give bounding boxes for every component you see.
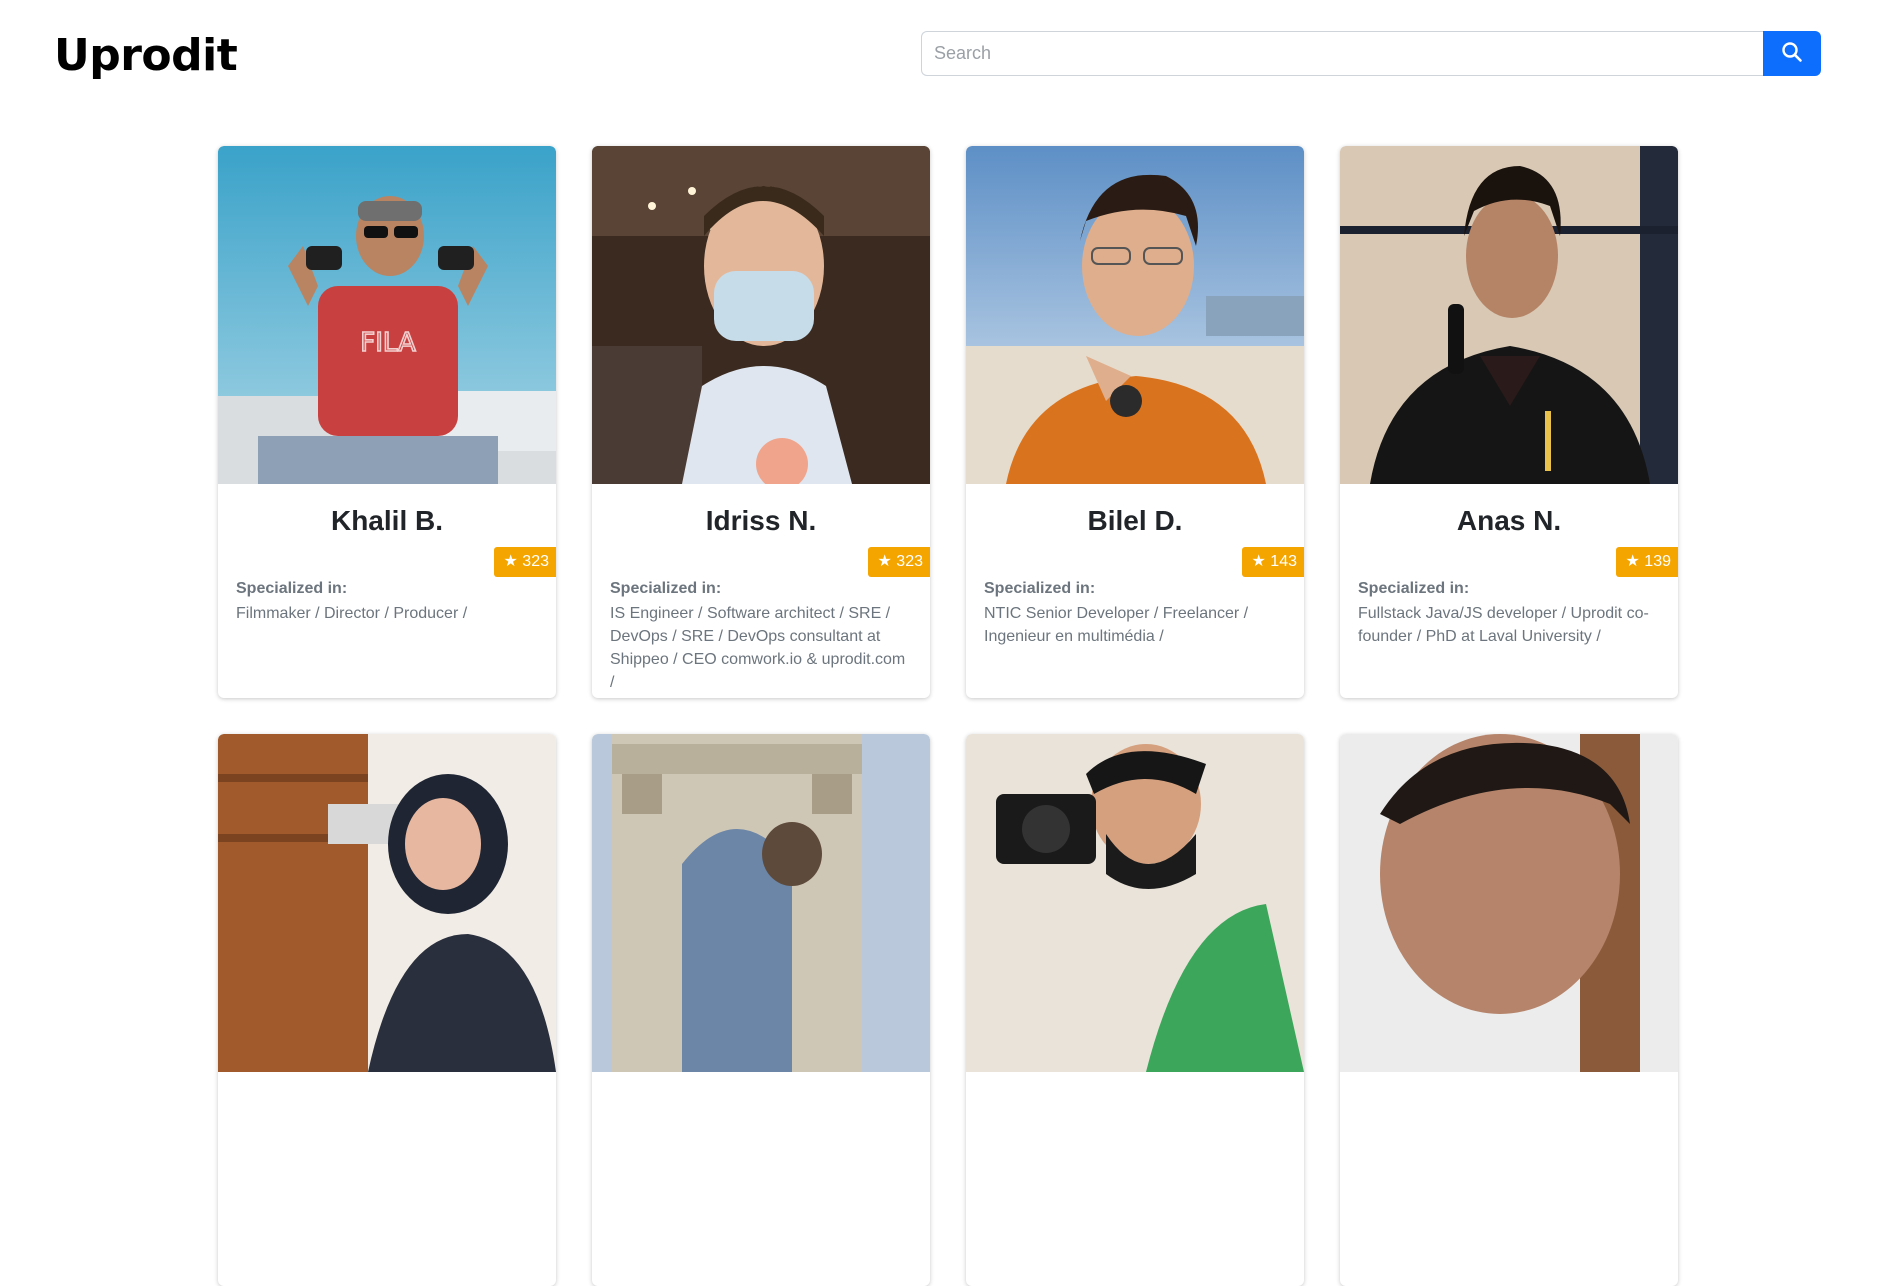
profile-photo [218, 734, 556, 1072]
rating-badge: ★ 323 [493, 547, 556, 577]
profile-name: Anas N. [1456, 505, 1562, 536]
specialized-label: Specialized in: [610, 580, 722, 597]
specialized-label: Specialized in: [1358, 580, 1470, 597]
profile-card[interactable] [966, 734, 1304, 1286]
search-icon [1781, 41, 1803, 66]
app-logo[interactable]: Uprodit [54, 28, 238, 84]
profile-name: Idriss N. [705, 505, 817, 536]
search-bar [921, 31, 1821, 76]
specialties-text: Fullstack Java/JS developer / Uprodit co… [1358, 605, 1649, 645]
rating-badge: ★ 143 [1241, 547, 1304, 577]
search-button[interactable] [1763, 31, 1821, 76]
profile-name [966, 1092, 1304, 1126]
profile-card[interactable] [592, 734, 930, 1286]
header: Uprodit [0, 0, 1886, 110]
profile-card[interactable] [218, 734, 556, 1286]
profile-photo [1340, 734, 1678, 1072]
profile-card[interactable]: FILA Khalil B. ★ 323 Specialized in: Fil… [218, 146, 556, 698]
search-input[interactable] [921, 31, 1763, 76]
rating-badge: ★ 323 [867, 547, 930, 577]
profile-photo [592, 734, 930, 1072]
profile-photo [966, 734, 1304, 1072]
specialties-text: IS Engineer / Software architect / SRE /… [610, 605, 906, 691]
profile-name [218, 1092, 556, 1126]
specialized-label: Specialized in: [984, 580, 1096, 597]
profile-photo [592, 146, 930, 484]
profile-card[interactable]: Idriss N. ★ 323 Specialized in: IS Engin… [592, 146, 930, 698]
specialties-text: Filmmaker / Director / Producer / [236, 605, 468, 622]
profile-photo [966, 146, 1304, 484]
profile-name [592, 1092, 930, 1126]
svg-text:FILA: FILA [360, 328, 416, 358]
profile-card[interactable] [1340, 734, 1678, 1286]
profile-name [1340, 1092, 1678, 1126]
profile-card[interactable]: Bilel D. ★ 143 Specialized in: NTIC Seni… [966, 146, 1304, 698]
profile-card[interactable]: Anas N. ★ 139 Specialized in: Fullstack … [1340, 146, 1678, 698]
specialties-text: NTIC Senior Developer / Freelancer / Ing… [984, 605, 1249, 645]
profiles-grid: FILA Khalil B. ★ 323 Specialized in: Fil… [218, 146, 1678, 1286]
rating-badge: ★ 139 [1615, 547, 1678, 577]
specialized-label: Specialized in: [236, 580, 348, 597]
profile-name: Khalil B. [330, 505, 443, 536]
profile-photo [1340, 146, 1678, 484]
profile-name: Bilel D. [1087, 505, 1183, 536]
profile-photo: FILA [218, 146, 556, 484]
